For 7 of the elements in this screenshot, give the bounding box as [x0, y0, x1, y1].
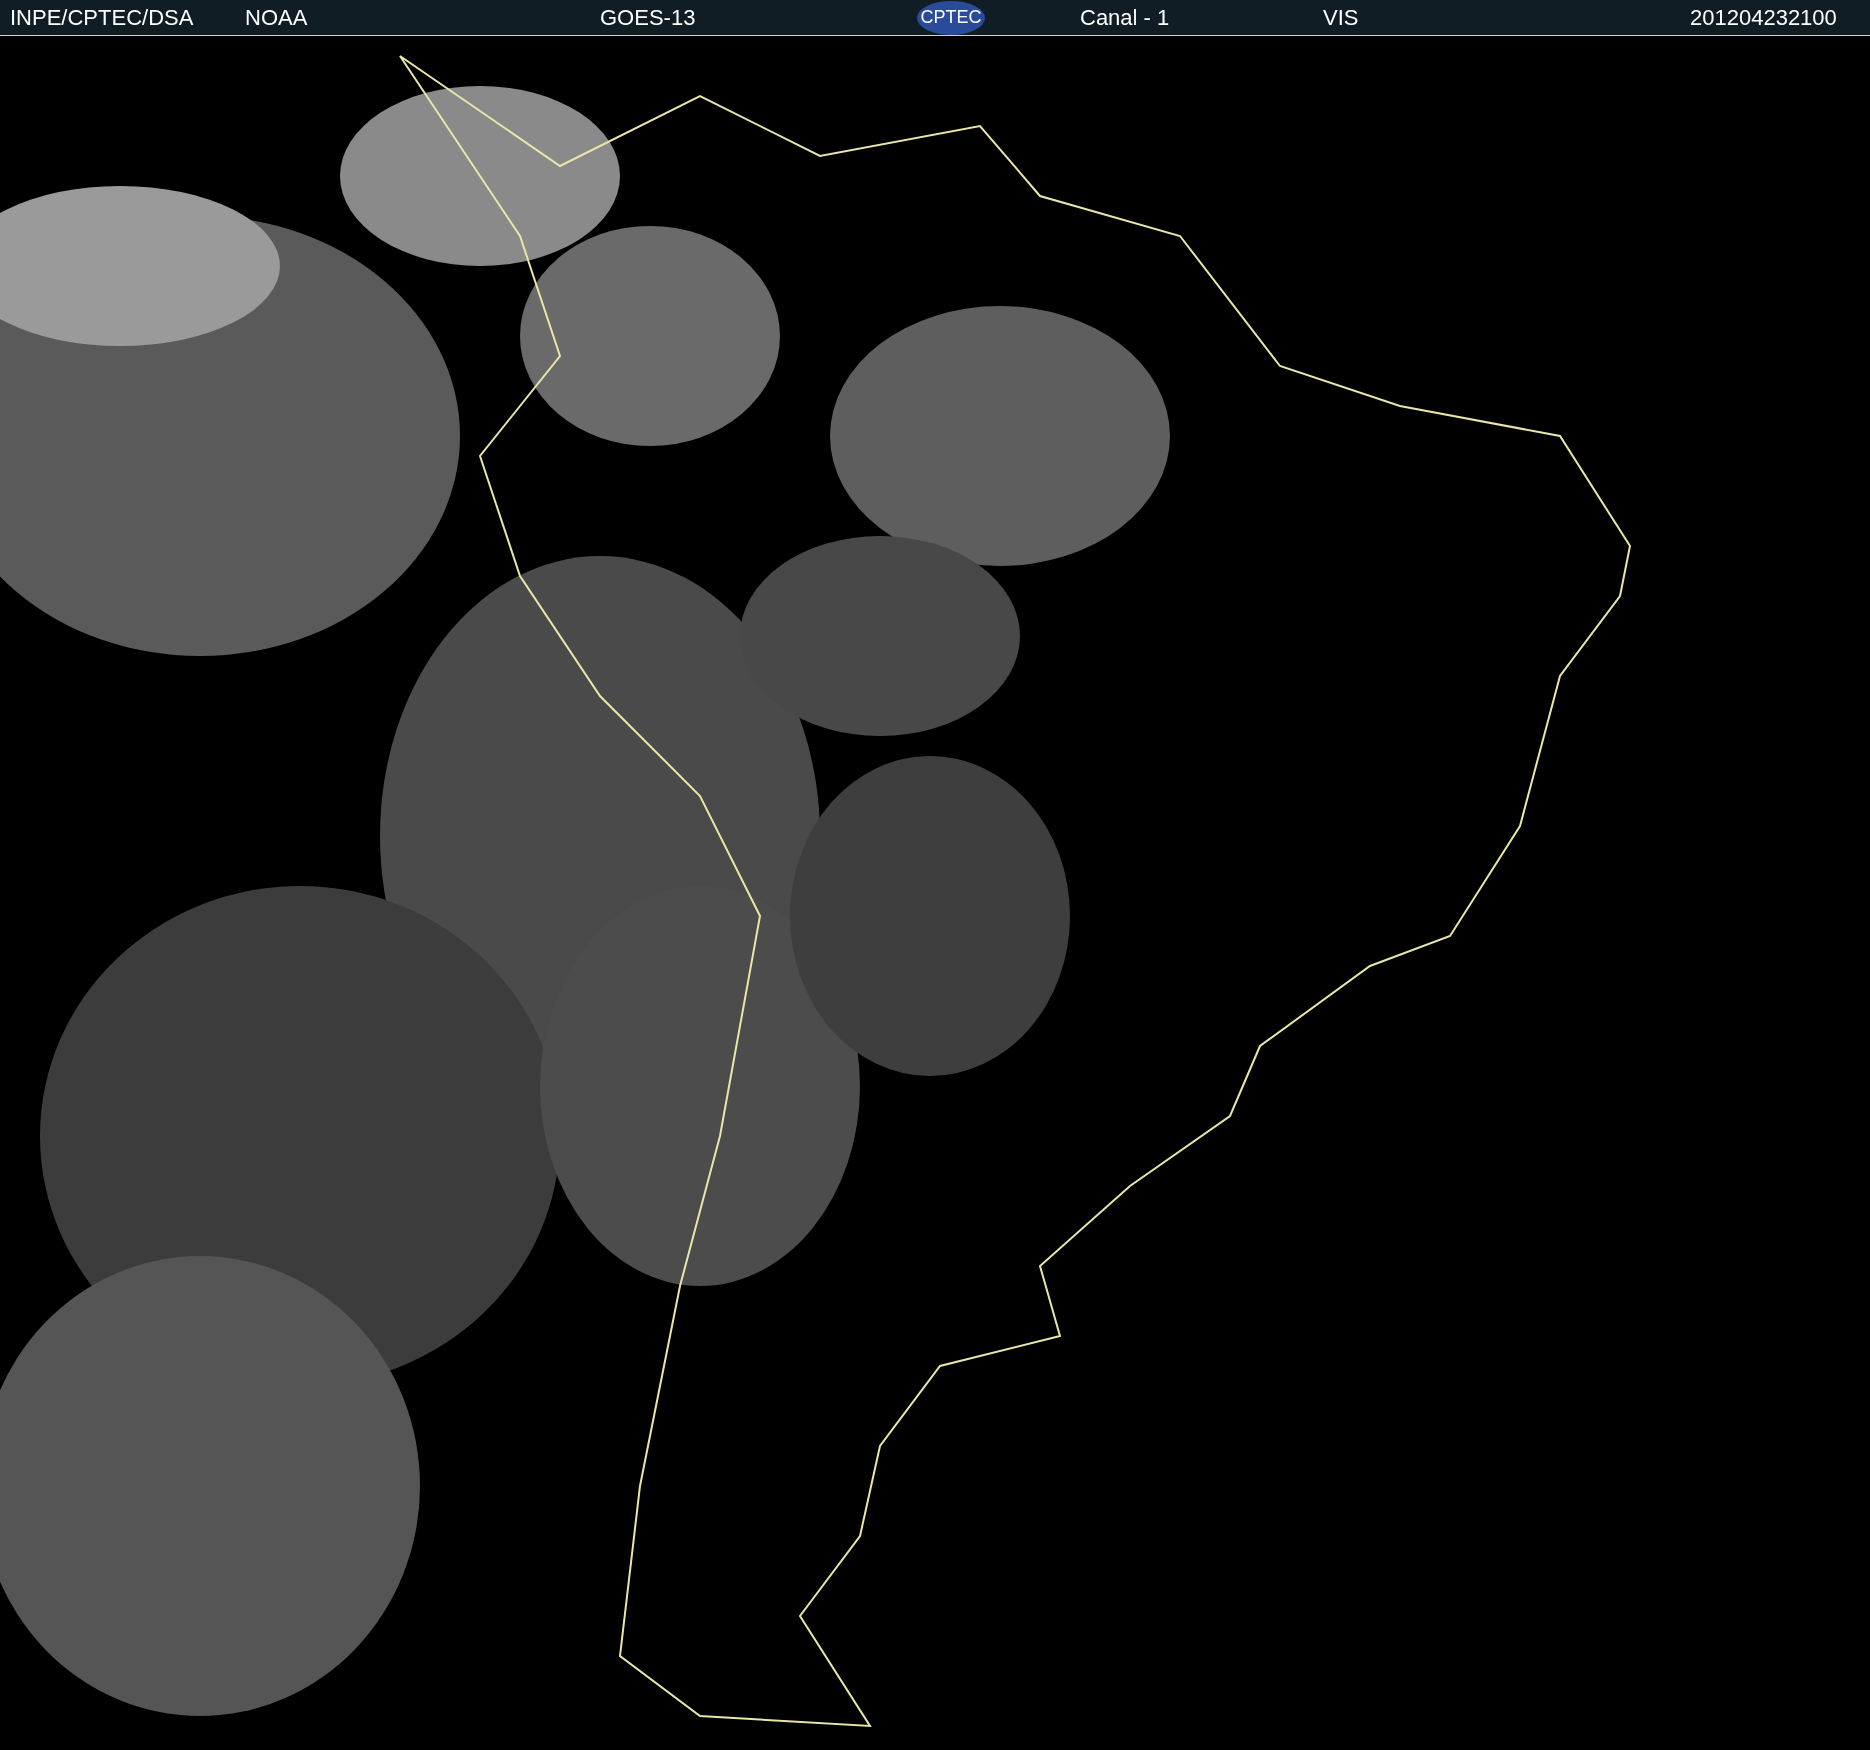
header-label: Canal - 1: [1080, 4, 1171, 32]
header-label: INPE/CPTEC/DSA: [10, 4, 195, 32]
header-label: GOES-13: [600, 4, 697, 32]
logo: CPTEC: [917, 0, 985, 35]
header-label: VIS: [1323, 4, 1360, 32]
header-label: NOAA: [245, 4, 309, 32]
header-label: 201204232100: [1690, 4, 1837, 32]
